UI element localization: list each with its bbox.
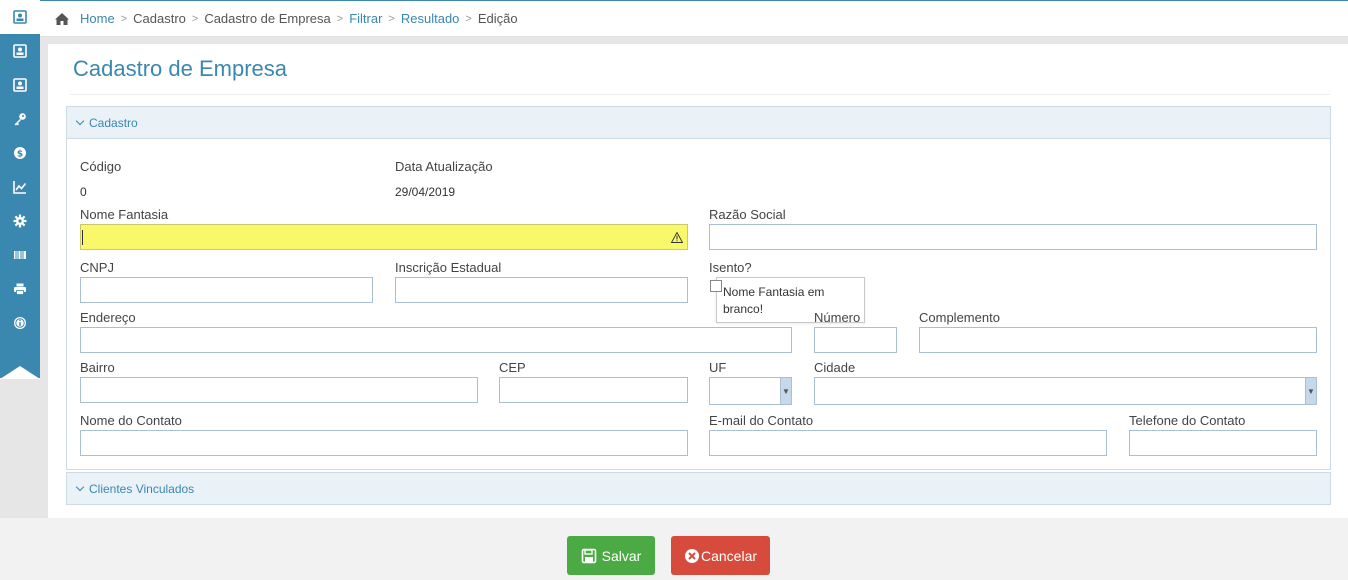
data-atualizacao-value: 29/04/2019 (395, 185, 456, 199)
telefone-contato-label: Telefone do Contato (1129, 413, 1246, 428)
nome-fantasia-input[interactable] (80, 224, 688, 250)
panel-cadastro-header[interactable]: Cadastro (67, 107, 1330, 139)
breadcrumb-separator: > (336, 12, 344, 25)
breadcrumb-separator: > (191, 12, 199, 25)
text-caret (82, 230, 83, 245)
sidebar-item-5[interactable]: $ (0, 136, 40, 170)
cnpj-input[interactable] (80, 277, 373, 303)
footer: Salvar Cancelar (0, 518, 1348, 580)
chevron-down-icon (75, 482, 85, 492)
breadcrumb-cadastro-empresa: Cadastro de Empresa (204, 11, 331, 26)
breadcrumb-cadastro: Cadastro (133, 11, 186, 26)
cidade-label: Cidade (814, 360, 856, 375)
complemento-input[interactable] (919, 327, 1317, 353)
sidebar-item-2[interactable] (0, 34, 40, 68)
floppy-disk-icon (581, 548, 596, 563)
key-icon (14, 113, 26, 126)
codigo-value: 0 (80, 185, 87, 199)
endereco-label: Endereço (80, 310, 136, 325)
bairro-label: Bairro (80, 360, 115, 375)
breadcrumb-separator: > (120, 12, 128, 25)
sidebar-item-9[interactable] (0, 272, 40, 306)
telefone-contato-input[interactable] (1129, 430, 1317, 456)
panel-clientes-vinculados: Clientes Vinculados (66, 472, 1331, 505)
sidebar-item-6[interactable] (0, 170, 40, 204)
cnpj-label: CNPJ (80, 260, 114, 275)
contact-card-icon (13, 78, 27, 92)
cep-input[interactable] (499, 377, 688, 403)
bairro-input[interactable] (80, 377, 478, 403)
cidade-select[interactable]: ▼ (814, 377, 1317, 405)
breadcrumb-separator: > (388, 12, 395, 25)
sidebar-item-3[interactable] (0, 68, 40, 102)
sidebar: $ (0, 0, 40, 518)
uf-select[interactable]: ▼ (709, 377, 792, 405)
endereco-input[interactable] (80, 327, 792, 353)
razao-social-label: Razão Social (709, 207, 786, 222)
sidebar-item-10[interactable] (0, 306, 40, 340)
sidebar-item-8[interactable] (0, 238, 40, 272)
breadcrumb-resultado[interactable]: Resultado (401, 11, 460, 26)
printer-icon (14, 283, 26, 295)
chart-icon (13, 181, 27, 194)
data-atualizacao-label: Data Atualização (395, 159, 493, 174)
nome-contato-label: Nome do Contato (80, 413, 182, 428)
sidebar-item-4[interactable] (0, 102, 40, 136)
breadcrumb-filtrar[interactable]: Filtrar (349, 11, 382, 26)
sidebar-item-7[interactable] (0, 204, 40, 238)
save-button[interactable]: Salvar (567, 536, 655, 575)
cidade-dropdown-button[interactable]: ▼ (1305, 378, 1316, 404)
barcode-icon (14, 251, 26, 259)
isento-checkbox[interactable] (710, 280, 722, 292)
email-contato-label: E-mail do Contato (709, 413, 814, 428)
breadcrumb: Home > Cadastro > Cadastro de Empresa > … (40, 0, 1348, 37)
codigo-label: Código (80, 159, 122, 174)
panel-cadastro-title: Cadastro (89, 115, 138, 130)
divider (70, 94, 1330, 95)
contact-card-icon (13, 10, 27, 24)
panel-clientes-title: Clientes Vinculados (89, 481, 195, 496)
nome-fantasia-label: Nome Fantasia (80, 207, 169, 222)
gear-icon (13, 214, 27, 228)
uf-label: UF (709, 360, 727, 375)
numero-input[interactable] (814, 327, 897, 353)
breadcrumb-edicao: Edição (477, 11, 518, 26)
breadcrumb-separator: > (465, 12, 472, 25)
inscricao-estadual-input[interactable] (395, 277, 688, 303)
complemento-label: Complemento (919, 310, 1000, 325)
panel-clientes-header[interactable]: Clientes Vinculados (67, 473, 1330, 504)
info-icon (14, 317, 26, 329)
page-title: Cadastro de Empresa (73, 56, 287, 81)
cep-label: CEP (499, 360, 526, 375)
sidebar-collapse-toggle[interactable] (0, 366, 40, 379)
breadcrumb-home[interactable]: Home (80, 11, 115, 26)
uf-dropdown-button[interactable]: ▼ (780, 378, 791, 404)
isento-label: Isento? (709, 260, 752, 275)
close-circle-icon (684, 548, 699, 563)
main-content: Cadastro de Empresa Cadastro Código 0 Da… (48, 44, 1348, 518)
warning-icon (671, 232, 683, 243)
dollar-icon: $ (14, 147, 26, 160)
contact-card-icon (13, 44, 27, 58)
cancel-button-label: Cancelar (700, 547, 758, 564)
inscricao-estadual-label: Inscrição Estadual (395, 260, 502, 275)
razao-social-input[interactable] (709, 224, 1317, 250)
email-contato-input[interactable] (709, 430, 1107, 456)
svg-text:$: $ (17, 150, 23, 160)
numero-label: Número (814, 310, 861, 325)
nome-contato-input[interactable] (80, 430, 688, 456)
chevron-down-icon (75, 116, 85, 126)
cancel-button[interactable]: Cancelar (671, 536, 770, 575)
home-icon[interactable] (54, 12, 70, 26)
panel-cadastro: Cadastro Código 0 Data Atualização 29/04… (66, 106, 1331, 470)
sidebar-item-cadastro[interactable] (0, 0, 40, 34)
save-button-label: Salvar (601, 547, 642, 564)
